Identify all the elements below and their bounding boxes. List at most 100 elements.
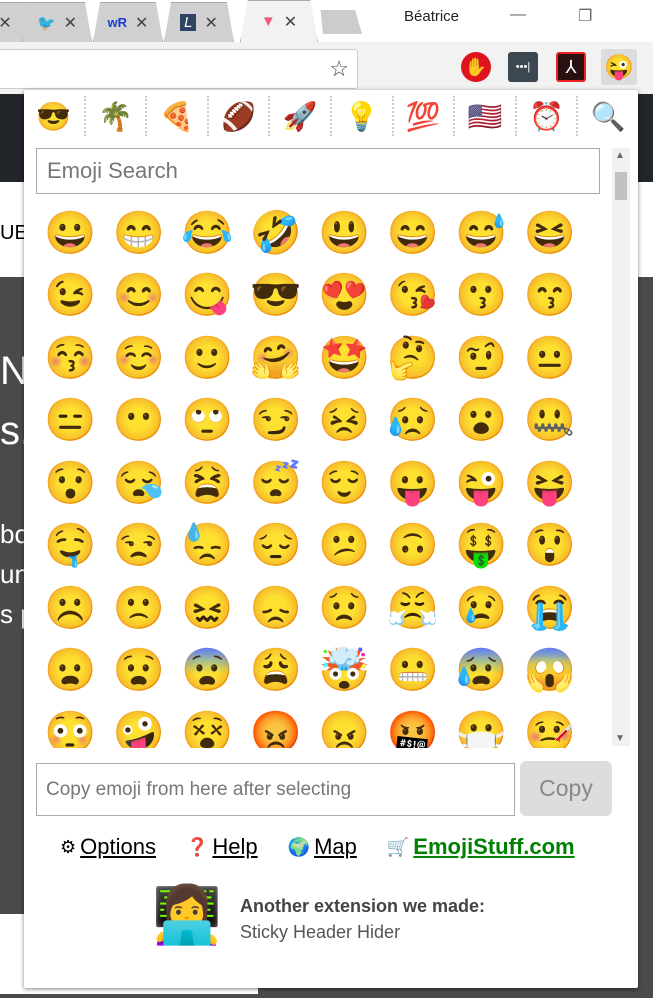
emoji-item[interactable]: 😢 <box>447 577 516 640</box>
emoji-extension-icon[interactable]: 😜 <box>601 49 637 85</box>
emoji-item[interactable]: 😛 <box>379 452 448 515</box>
tab-l[interactable]: L ✕ <box>164 2 234 42</box>
emoji-item[interactable]: 😉 <box>36 265 105 328</box>
scroll-up-icon[interactable]: ▲ <box>615 150 625 161</box>
tab-twitter[interactable]: 🐦 ✕ <box>22 2 92 42</box>
emoji-item[interactable]: 😓 <box>173 515 242 578</box>
options-link[interactable]: ⚙ Options <box>60 834 156 860</box>
category-nature[interactable]: 🌴 <box>83 96 146 136</box>
emoji-item[interactable]: 🤒 <box>516 702 585 748</box>
emoji-item[interactable]: 🤗 <box>242 327 311 390</box>
category-food[interactable]: 🍕 <box>145 96 207 136</box>
lastpass-icon[interactable]: •••| <box>508 52 538 82</box>
copy-button[interactable]: Copy <box>520 761 612 816</box>
emoji-item[interactable]: 😰 <box>447 640 516 703</box>
close-icon[interactable]: ✕ <box>64 13 77 33</box>
emoji-item[interactable]: 😕 <box>310 515 379 578</box>
shop-link[interactable]: 🛒 EmojiStuff.com <box>387 834 575 860</box>
new-tab-button[interactable] <box>320 10 362 34</box>
help-link[interactable]: ❓ Help <box>186 834 258 860</box>
emoji-item[interactable]: 😯 <box>36 452 105 515</box>
copy-emoji-input[interactable] <box>36 763 515 816</box>
emoji-item[interactable]: 😏 <box>242 390 311 453</box>
emoji-item[interactable]: 😌 <box>310 452 379 515</box>
emoji-item[interactable]: 🤯 <box>310 640 379 703</box>
emoji-item[interactable]: 😶 <box>105 390 174 453</box>
emoji-item[interactable]: 😟 <box>310 577 379 640</box>
promo-link[interactable]: Sticky Header Hider <box>240 922 400 943</box>
emoji-item[interactable]: 🙄 <box>173 390 242 453</box>
emoji-item[interactable]: 😂 <box>173 202 242 265</box>
restore-button[interactable]: ❐ <box>578 6 592 26</box>
emoji-item[interactable]: 😞 <box>242 577 311 640</box>
emoji-item[interactable]: 🤬 <box>379 702 448 748</box>
emoji-item[interactable]: 😄 <box>379 202 448 265</box>
emoji-item[interactable]: 😅 <box>447 202 516 265</box>
emoji-item[interactable]: 😃 <box>310 202 379 265</box>
emoji-item[interactable]: 😮 <box>447 390 516 453</box>
emoji-item[interactable]: 😨 <box>173 640 242 703</box>
emoji-item[interactable]: 😷 <box>447 702 516 748</box>
category-travel[interactable]: 🚀 <box>268 96 330 136</box>
emoji-item[interactable]: 😑 <box>36 390 105 453</box>
emoji-item[interactable]: 😣 <box>310 390 379 453</box>
tab-active[interactable]: ▼ ✕ <box>240 0 318 42</box>
minimize-button[interactable]: — <box>510 6 526 24</box>
close-icon[interactable]: ✕ <box>0 13 12 33</box>
close-icon[interactable]: ✕ <box>204 13 217 33</box>
map-link-label[interactable]: Map <box>314 834 357 860</box>
address-bar[interactable]: ☆ <box>0 49 358 89</box>
promo-extension[interactable]: 👩‍💻 Another extension we made: Sticky He… <box>152 880 552 950</box>
adblock-icon[interactable]: ✋ <box>461 52 491 82</box>
emoji-item[interactable]: 😥 <box>379 390 448 453</box>
emoji-item[interactable]: 😚 <box>36 327 105 390</box>
emoji-item[interactable]: 😖 <box>173 577 242 640</box>
emoji-item[interactable]: 😦 <box>36 640 105 703</box>
emoji-item[interactable]: 😳 <box>36 702 105 748</box>
emoji-item[interactable]: 😊 <box>105 265 174 328</box>
close-icon[interactable]: ✕ <box>284 12 297 32</box>
options-link-label[interactable]: Options <box>80 834 156 860</box>
category-recent[interactable]: ⏰ <box>514 96 577 136</box>
emoji-item[interactable]: 😔 <box>242 515 311 578</box>
emoji-item[interactable]: 😪 <box>105 452 174 515</box>
emoji-item[interactable]: 😭 <box>516 577 585 640</box>
star-icon[interactable]: ☆ <box>329 56 349 82</box>
emoji-item[interactable]: 🤐 <box>516 390 585 453</box>
emoji-item[interactable]: 🙃 <box>379 515 448 578</box>
emoji-item[interactable]: 😲 <box>516 515 585 578</box>
emoji-item[interactable]: 😵 <box>173 702 242 748</box>
category-flags[interactable]: 🇺🇸 <box>453 96 515 136</box>
emoji-item[interactable]: 🤩 <box>310 327 379 390</box>
category-activity[interactable]: 🏈 <box>206 96 269 136</box>
emoji-item[interactable]: 🤪 <box>105 702 174 748</box>
emoji-item[interactable]: 😘 <box>379 265 448 328</box>
emoji-item[interactable]: 🤣 <box>242 202 311 265</box>
map-link[interactable]: 🌍 Map <box>288 834 357 860</box>
scroll-down-icon[interactable]: ▼ <box>615 733 625 744</box>
emoji-item[interactable]: 🤤 <box>36 515 105 578</box>
emoji-item[interactable]: 🤑 <box>447 515 516 578</box>
close-icon[interactable]: ✕ <box>135 13 148 33</box>
emoji-item[interactable]: 😠 <box>310 702 379 748</box>
tab-wordreference[interactable]: wR ✕ <box>93 2 163 42</box>
emoji-item[interactable]: 😎 <box>242 265 311 328</box>
emoji-item[interactable]: 🙁 <box>105 577 174 640</box>
emoji-item[interactable]: 😍 <box>310 265 379 328</box>
emoji-item[interactable]: ☹️ <box>36 577 105 640</box>
emoji-item[interactable]: 😝 <box>516 452 585 515</box>
emoji-item[interactable]: 😒 <box>105 515 174 578</box>
emoji-item[interactable]: 😴 <box>242 452 311 515</box>
emoji-item[interactable]: 😬 <box>379 640 448 703</box>
emoji-item[interactable]: 😫 <box>173 452 242 515</box>
emoji-item[interactable]: 😀 <box>36 202 105 265</box>
emoji-search-input[interactable] <box>36 148 600 194</box>
emoji-item[interactable]: 🤔 <box>379 327 448 390</box>
emoji-item[interactable]: 😡 <box>242 702 311 748</box>
emoji-item[interactable]: 😤 <box>379 577 448 640</box>
emoji-item[interactable]: 😋 <box>173 265 242 328</box>
emoji-item[interactable]: 🤨 <box>447 327 516 390</box>
emoji-item[interactable]: 😩 <box>242 640 311 703</box>
scrollbar-thumb[interactable] <box>615 172 627 200</box>
category-objects[interactable]: 💡 <box>329 96 392 136</box>
